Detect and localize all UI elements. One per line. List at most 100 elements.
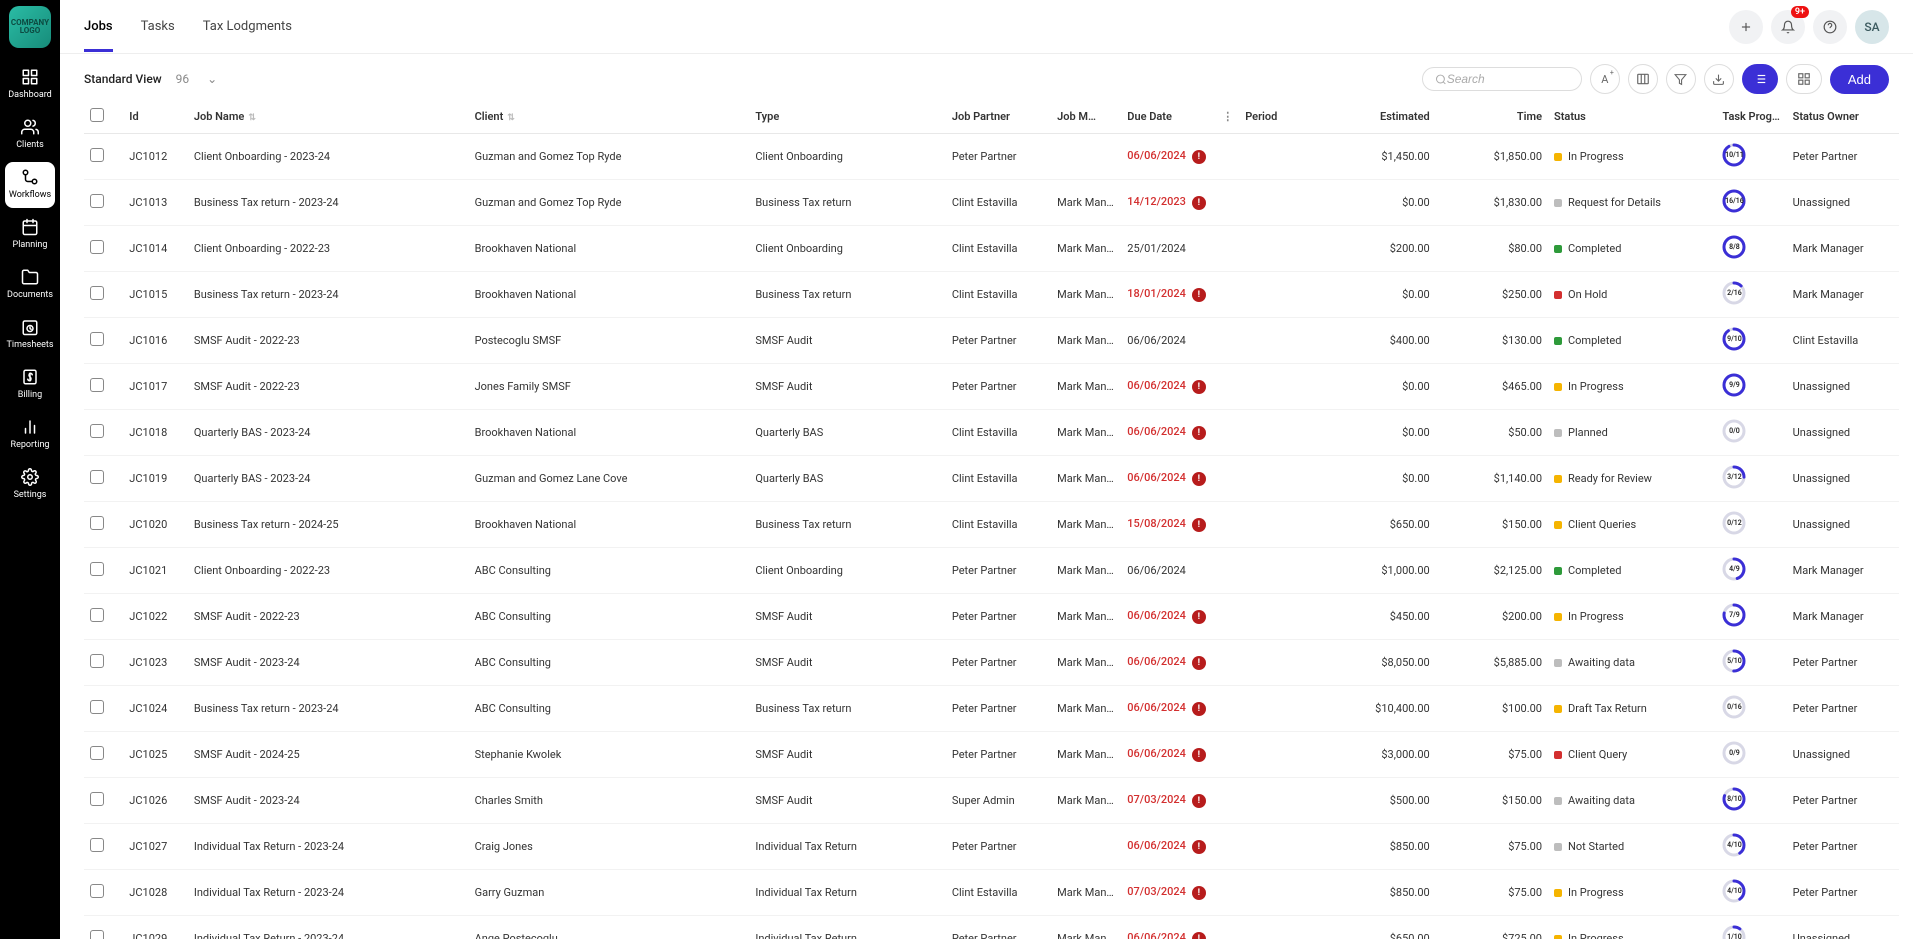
row-checkbox[interactable] (90, 746, 104, 760)
table-row[interactable]: JC1015 Business Tax return - 2023-24 Bro… (84, 272, 1899, 318)
row-checkbox[interactable] (90, 194, 104, 208)
cell-type: Business Tax return (749, 502, 946, 548)
table-row[interactable]: JC1024 Business Tax return - 2023-24 ABC… (84, 686, 1899, 732)
cell-owner: Peter Partner (1787, 870, 1899, 916)
column-header[interactable]: Job M… (1051, 100, 1121, 134)
sidebar-item-reporting[interactable]: Reporting (5, 412, 55, 458)
user-avatar[interactable]: SA (1855, 10, 1889, 44)
tab-tax-lodgments[interactable]: Tax Lodgments (203, 1, 292, 52)
columns-button[interactable] (1628, 64, 1658, 94)
sidebar-item-planning[interactable]: Planning (5, 212, 55, 258)
column-header[interactable]: Client⇅ (469, 100, 750, 134)
cell-jobname: Client Onboarding - 2022-23 (188, 226, 469, 272)
table-row[interactable]: JC1014 Client Onboarding - 2022-23 Brook… (84, 226, 1899, 272)
cell-duedate: 06/06/2024! (1121, 686, 1239, 732)
table-row[interactable]: JC1012 Client Onboarding - 2023-24 Guzma… (84, 134, 1899, 180)
sidebar-item-documents[interactable]: Documents (5, 262, 55, 308)
row-checkbox[interactable] (90, 332, 104, 346)
boardview-toggle[interactable] (1786, 64, 1822, 94)
table-row[interactable]: JC1025 SMSF Audit - 2024-25 Stephanie Kw… (84, 732, 1899, 778)
row-checkbox[interactable] (90, 884, 104, 898)
progress-ring: 5/10 (1722, 649, 1746, 673)
table-row[interactable]: JC1023 SMSF Audit - 2023-24 ABC Consulti… (84, 640, 1899, 686)
column-header[interactable]: Due Date⋮ (1121, 100, 1239, 134)
listview-toggle[interactable] (1742, 64, 1778, 94)
column-header[interactable]: Status Owner (1787, 100, 1899, 134)
add-button[interactable]: Add (1830, 65, 1889, 94)
cell-jobname: Client Onboarding - 2022-23 (188, 548, 469, 594)
cell-owner: Peter Partner (1787, 640, 1899, 686)
row-checkbox[interactable] (90, 286, 104, 300)
column-header[interactable]: Estimated (1323, 100, 1435, 134)
cell-time: $200.00 (1436, 594, 1548, 640)
select-all-checkbox[interactable] (90, 108, 104, 122)
table-row[interactable]: JC1020 Business Tax return - 2024-25 Bro… (84, 502, 1899, 548)
row-checkbox[interactable] (90, 424, 104, 438)
search-box[interactable] (1422, 67, 1582, 91)
table-row[interactable]: JC1029 Individual Tax Return - 2023-24 A… (84, 916, 1899, 939)
column-header[interactable]: Id (123, 100, 188, 134)
column-menu-icon[interactable]: ⋮ (1222, 110, 1233, 123)
table-row[interactable]: JC1027 Individual Tax Return - 2023-24 C… (84, 824, 1899, 870)
table-row[interactable]: JC1016 SMSF Audit - 2022-23 Postecoglu S… (84, 318, 1899, 364)
table-row[interactable]: JC1018 Quarterly BAS - 2023-24 Brookhave… (84, 410, 1899, 456)
cell-client: Brookhaven National (469, 410, 750, 456)
tab-jobs[interactable]: Jobs (84, 1, 113, 52)
cell-duedate: 06/06/2024! (1121, 916, 1239, 939)
export-button[interactable] (1704, 64, 1734, 94)
table-row[interactable]: JC1017 SMSF Audit - 2022-23 Jones Family… (84, 364, 1899, 410)
cell-id: JC1020 (123, 502, 188, 548)
column-header[interactable]: Period (1239, 100, 1323, 134)
view-dropdown[interactable]: ⌄ (207, 72, 217, 86)
cell-owner: Peter Partner (1787, 778, 1899, 824)
column-header[interactable]: Task Prog… (1716, 100, 1786, 134)
column-header[interactable]: Status (1548, 100, 1716, 134)
row-checkbox[interactable] (90, 516, 104, 530)
row-checkbox[interactable] (90, 654, 104, 668)
row-checkbox[interactable] (90, 240, 104, 254)
row-checkbox[interactable] (90, 148, 104, 162)
row-checkbox[interactable] (90, 700, 104, 714)
row-checkbox[interactable] (90, 792, 104, 806)
sidebar-item-clients[interactable]: Clients (5, 112, 55, 158)
sidebar-label: Billing (18, 390, 42, 400)
row-checkbox[interactable] (90, 562, 104, 576)
filter-button[interactable] (1666, 64, 1696, 94)
alert-icon: ! (1192, 150, 1206, 164)
table-row[interactable]: JC1021 Client Onboarding - 2022-23 ABC C… (84, 548, 1899, 594)
search-input[interactable] (1447, 72, 1569, 86)
cell-time: $725.00 (1436, 916, 1548, 939)
row-checkbox[interactable] (90, 930, 104, 939)
column-header[interactable]: Job Name⇅ (188, 100, 469, 134)
table-row[interactable]: JC1028 Individual Tax Return - 2023-24 G… (84, 870, 1899, 916)
alert-icon: ! (1192, 380, 1206, 394)
column-header[interactable]: Job Partner (946, 100, 1051, 134)
cell-duedate: 07/03/2024! (1121, 870, 1239, 916)
textsize-button[interactable]: A+ (1590, 64, 1620, 94)
column-header[interactable]: Time (1436, 100, 1548, 134)
jobs-table-wrapper[interactable]: IdJob Name⇅Client⇅TypeJob PartnerJob M…D… (60, 100, 1913, 939)
row-checkbox[interactable] (90, 608, 104, 622)
sidebar-item-dashboard[interactable]: Dashboard (5, 62, 55, 108)
help-button[interactable] (1813, 10, 1847, 44)
cell-partner: Peter Partner (946, 732, 1051, 778)
table-row[interactable]: JC1026 SMSF Audit - 2023-24 Charles Smit… (84, 778, 1899, 824)
sidebar-item-settings[interactable]: Settings (5, 462, 55, 508)
table-row[interactable]: JC1019 Quarterly BAS - 2023-24 Guzman an… (84, 456, 1899, 502)
cell-jobname: Individual Tax Return - 2023-24 (188, 824, 469, 870)
row-checkbox[interactable] (90, 838, 104, 852)
row-checkbox[interactable] (90, 470, 104, 484)
tab-tasks[interactable]: Tasks (141, 1, 175, 52)
add-icon-button[interactable] (1729, 10, 1763, 44)
sidebar-item-billing[interactable]: Billing (5, 362, 55, 408)
progress-ring: 9/9 (1722, 373, 1746, 397)
sidebar-item-workflows[interactable]: Workflows (5, 162, 55, 208)
table-row[interactable]: JC1013 Business Tax return - 2023-24 Guz… (84, 180, 1899, 226)
sidebar-item-timesheets[interactable]: Timesheets (5, 312, 55, 358)
cell-id: JC1014 (123, 226, 188, 272)
table-row[interactable]: JC1022 SMSF Audit - 2022-23 ABC Consulti… (84, 594, 1899, 640)
column-header[interactable]: Type (749, 100, 946, 134)
notifications-button[interactable]: 9+ (1771, 10, 1805, 44)
column-header[interactable] (84, 100, 123, 134)
row-checkbox[interactable] (90, 378, 104, 392)
